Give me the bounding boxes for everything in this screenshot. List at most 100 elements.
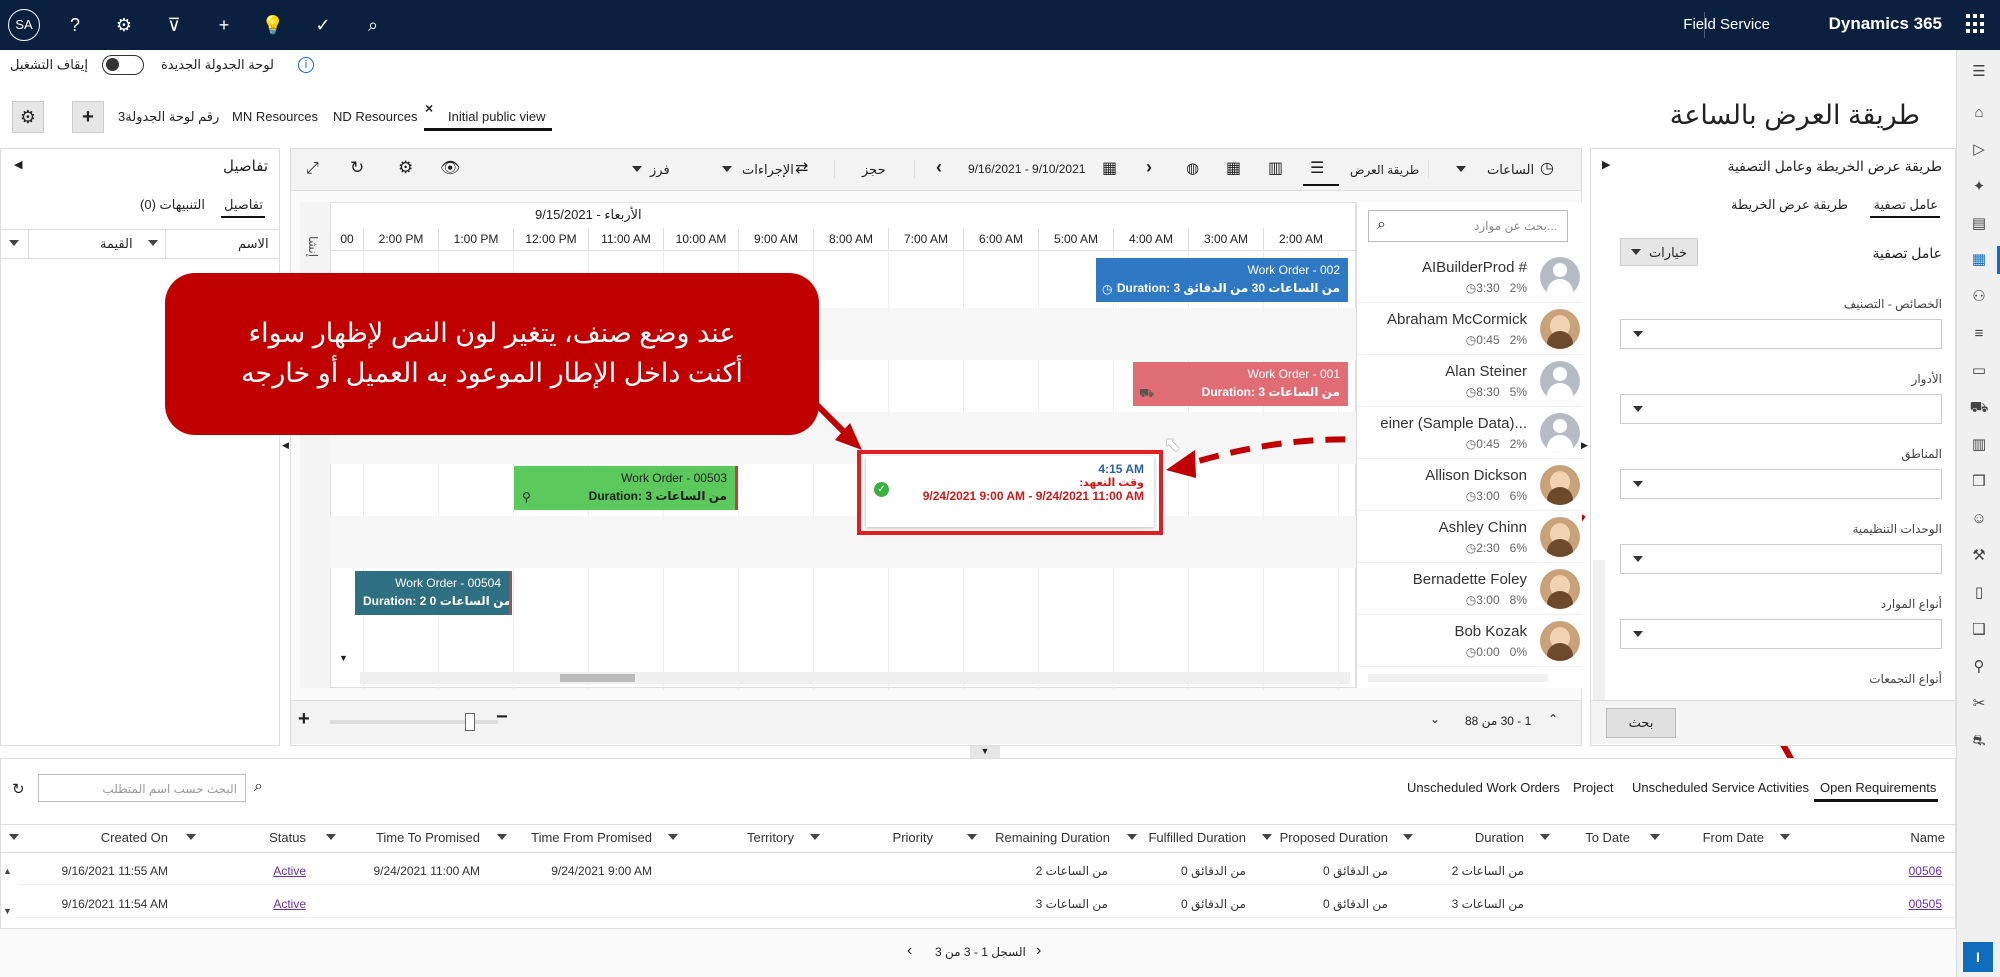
column-menu-icon[interactable] xyxy=(967,834,977,840)
tab-project[interactable]: Project xyxy=(1573,780,1613,795)
chevron-down-icon xyxy=(1633,556,1643,562)
column-header[interactable]: Name xyxy=(1910,826,1945,850)
tab-open-requirements[interactable]: Open Requirements xyxy=(1820,780,1936,795)
resource-clock-icon: ◷ xyxy=(1465,489,1477,503)
column-menu-icon[interactable] xyxy=(1127,834,1137,840)
resource-row[interactable]: Bernadette Foley ◷3:00 8% xyxy=(1357,563,1582,615)
resource-row[interactable]: Ashley Chinn ◷2:30 6% xyxy=(1357,511,1582,563)
cell-status[interactable]: Active xyxy=(273,864,306,878)
resource-name: Bernadette Foley xyxy=(1412,571,1527,588)
resource-percent: 6% xyxy=(1509,541,1527,555)
scroll-up-icon[interactable]: ▲ xyxy=(3,866,12,876)
scrollbar-thumb[interactable] xyxy=(560,674,635,682)
tab-map-view[interactable]: طريقة عرض الخريطة xyxy=(1731,197,1848,213)
tab-unscheduled-work-orders[interactable]: Unscheduled Work Orders xyxy=(1407,780,1560,795)
resource-percent: 6% xyxy=(1509,489,1527,503)
resource-pager: 1 - 30 من 88 xyxy=(1465,714,1532,728)
filter-select[interactable] xyxy=(1620,469,1942,499)
resource-row[interactable]: Alan Steiner ◷8:30 5% xyxy=(1357,355,1582,407)
resource-row[interactable]: einer (Sample Data)... ◷0:45 2% xyxy=(1357,407,1582,459)
column-header[interactable]: Fulfilled Duration xyxy=(1148,826,1246,850)
column-header[interactable]: To Date xyxy=(1585,826,1630,850)
filter-scrollbar[interactable] xyxy=(1593,560,1605,700)
page-down-icon[interactable]: ⌄ xyxy=(1430,712,1440,726)
cell-to-promised: 9/24/2021 11:00 AM xyxy=(373,864,480,878)
column-header[interactable]: Proposed Duration xyxy=(1280,826,1388,850)
expand-right-icon[interactable]: ▶ xyxy=(1581,440,1588,451)
zoom-out-button[interactable]: − xyxy=(496,706,508,729)
resource-clock-icon: ◷ xyxy=(1465,541,1477,555)
column-menu-icon[interactable] xyxy=(1780,834,1790,840)
table-row[interactable] xyxy=(18,853,1956,885)
chevron-down-icon xyxy=(1633,631,1643,637)
column-header[interactable]: Remaining Duration xyxy=(995,826,1110,850)
search-button[interactable]: بحث xyxy=(1606,708,1676,738)
table-row[interactable] xyxy=(18,886,1956,918)
cell-duration: 2 من الساعات xyxy=(1451,864,1524,878)
resource-horizontal-scrollbar[interactable] xyxy=(1368,674,1548,682)
column-header[interactable]: Status xyxy=(269,826,306,850)
cell-proposed: 0 من الدقائق xyxy=(1323,864,1388,878)
splitter-handle[interactable]: ▼ xyxy=(970,746,1000,758)
filter-select[interactable] xyxy=(1620,619,1942,649)
page-up-icon[interactable]: ⌃ xyxy=(1548,712,1558,726)
resource-percent: 2% xyxy=(1509,437,1527,451)
tab-filter[interactable]: عامل تصفية xyxy=(1874,197,1939,213)
column-menu-icon[interactable] xyxy=(1540,834,1550,840)
resource-row[interactable]: Bob Kozak ◷0:00 0% xyxy=(1357,615,1582,667)
resource-utilization: ◷0:45 2% xyxy=(1466,437,1527,451)
cell-name[interactable]: 00506 xyxy=(1909,864,1942,878)
scroll-down-icon[interactable]: ▼ xyxy=(3,906,12,916)
column-menu-icon[interactable] xyxy=(326,834,336,840)
resource-time: 8:30 xyxy=(1476,385,1500,399)
resource-utilization: ◷0:45 2% xyxy=(1466,333,1527,347)
column-header[interactable]: Duration xyxy=(1475,826,1524,850)
previous-page-icon[interactable]: ‹ xyxy=(907,942,912,960)
refresh-requirements-icon[interactable]: ↻ xyxy=(12,780,25,798)
cell-status[interactable]: Active xyxy=(273,897,306,911)
requirement-search-placeholder: البحث حسب اسم المتطلب xyxy=(102,782,237,796)
resource-percent: 8% xyxy=(1509,593,1527,607)
filter-field-label: أنواع التجمعات xyxy=(1869,672,1942,686)
collapse-filter-icon[interactable]: ▶ xyxy=(1602,158,1610,171)
column-menu-icon[interactable] xyxy=(810,834,820,840)
resource-clock-icon: ◷ xyxy=(1465,281,1477,295)
options-dropdown-icon xyxy=(1631,249,1641,255)
search-icon[interactable]: ⌕ xyxy=(254,778,263,796)
cell-fulfilled: 0 من الدقائق xyxy=(1181,897,1246,911)
resource-search-box[interactable]: ⌕ بحث عن موارد... xyxy=(1368,210,1568,242)
column-menu-icon[interactable] xyxy=(1650,834,1660,840)
resource-avatar xyxy=(1540,309,1580,349)
resource-clock-icon: ◷ xyxy=(1465,333,1477,347)
records-pager: السجل 1 - 3 من 3 xyxy=(935,945,1026,959)
column-header[interactable]: From Date xyxy=(1703,826,1764,850)
cell-name[interactable]: 00505 xyxy=(1909,897,1942,911)
column-menu-icon[interactable] xyxy=(186,834,196,840)
column-header[interactable]: Time From Promised xyxy=(531,826,652,850)
column-header[interactable]: Created On xyxy=(101,826,168,850)
column-menu-icon[interactable] xyxy=(668,834,678,840)
zoom-slider-handle[interactable] xyxy=(465,713,475,731)
column-menu-icon[interactable] xyxy=(1262,834,1272,840)
resource-percent: 2% xyxy=(1509,333,1527,347)
filter-tab-underline xyxy=(1870,216,1940,218)
requirement-search-box[interactable]: البحث حسب اسم المتطلب xyxy=(38,774,246,802)
filter-select[interactable] xyxy=(1620,319,1942,349)
resource-utilization: ◷8:30 5% xyxy=(1466,385,1527,399)
resource-row[interactable]: Allison Dickson ◷3:00 6% xyxy=(1357,459,1582,511)
tab-unscheduled-service-activities[interactable]: Unscheduled Service Activities xyxy=(1632,780,1809,795)
resource-row[interactable]: Abraham McCormick ◷0:45 2% xyxy=(1357,303,1582,355)
column-menu-icon[interactable] xyxy=(9,834,19,840)
column-menu-icon[interactable] xyxy=(1403,834,1413,840)
filter-select[interactable] xyxy=(1620,394,1942,424)
column-menu-icon[interactable] xyxy=(497,834,507,840)
filter-select[interactable] xyxy=(1620,544,1942,574)
next-page-icon[interactable]: › xyxy=(1036,942,1041,960)
timeline-horizontal-scrollbar[interactable] xyxy=(360,672,1350,684)
zoom-in-button[interactable]: + xyxy=(298,708,310,731)
column-header[interactable]: Priority xyxy=(893,826,933,850)
column-header[interactable]: Time To Promised xyxy=(376,826,480,850)
options-button[interactable]: خيارات xyxy=(1620,238,1698,266)
column-header[interactable]: Territory xyxy=(747,826,794,850)
resource-row[interactable]: AIBuilderProd # ◷3:30 2% xyxy=(1357,251,1582,303)
